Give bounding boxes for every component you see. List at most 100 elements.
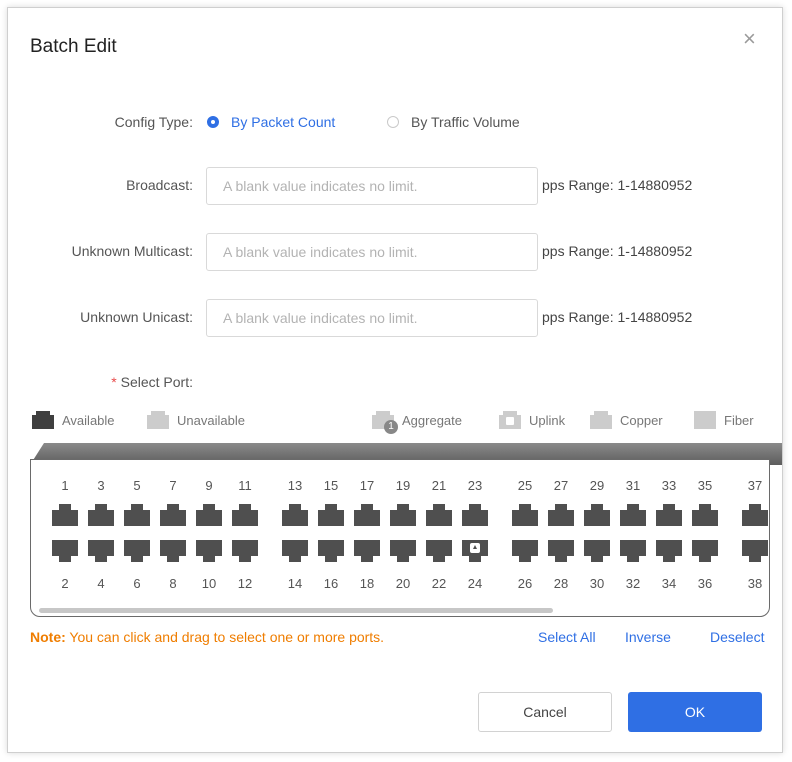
port-13[interactable] <box>282 504 308 526</box>
broadcast-input[interactable] <box>206 167 538 205</box>
unknown-unicast-label: Unknown Unicast: <box>80 309 193 325</box>
port-18[interactable] <box>354 540 380 562</box>
port-number-label: 20 <box>395 576 411 591</box>
port-number-label: 10 <box>201 576 217 591</box>
port-number-label: 22 <box>431 576 447 591</box>
legend-copper: Copper <box>590 411 663 429</box>
broadcast-range-hint: pps Range: 1-14880952 <box>542 177 693 193</box>
port-9[interactable] <box>196 504 222 526</box>
port-12[interactable] <box>232 540 258 562</box>
port-21[interactable] <box>426 504 452 526</box>
port-1[interactable] <box>52 504 78 526</box>
close-icon[interactable]: × <box>743 28 756 50</box>
port-25[interactable] <box>512 504 538 526</box>
port-number-label: 32 <box>625 576 641 591</box>
port-number-label: 4 <box>97 576 105 591</box>
batch-edit-dialog: Batch Edit × Config Type: By Packet Coun… <box>7 7 783 753</box>
port-37[interactable] <box>742 504 768 526</box>
port-11[interactable] <box>232 504 258 526</box>
port-22[interactable] <box>426 540 452 562</box>
port-34[interactable] <box>656 540 682 562</box>
unknown-multicast-range-hint: pps Range: 1-14880952 <box>542 243 693 259</box>
select-port-text: Select Port: <box>120 374 193 390</box>
port-6[interactable] <box>124 540 150 562</box>
port-16[interactable] <box>318 540 344 562</box>
port-35[interactable] <box>692 504 718 526</box>
ok-button[interactable]: OK <box>628 692 762 732</box>
port-number-label: 24 <box>467 576 483 591</box>
radio-by-traffic-volume[interactable]: By Traffic Volume <box>387 114 520 130</box>
port-33[interactable] <box>656 504 682 526</box>
port-number-label: 17 <box>359 478 375 493</box>
horizontal-scrollbar[interactable] <box>39 608 553 613</box>
radio-label: By Traffic Volume <box>411 114 520 130</box>
port-number-label: 29 <box>589 478 605 493</box>
port-17[interactable] <box>354 504 380 526</box>
port-7[interactable] <box>160 504 186 526</box>
port-4[interactable] <box>88 540 114 562</box>
unknown-unicast-input[interactable] <box>206 299 538 337</box>
cancel-button[interactable]: Cancel <box>478 692 612 732</box>
port-26[interactable] <box>512 540 538 562</box>
port-28[interactable] <box>548 540 574 562</box>
port-number-label: 18 <box>359 576 375 591</box>
broadcast-label: Broadcast: <box>126 177 193 193</box>
port-number-label: 26 <box>517 576 533 591</box>
port-10[interactable] <box>196 540 222 562</box>
legend-fiber: Fiber <box>694 411 754 429</box>
radio-selected-icon <box>207 116 219 128</box>
port-24[interactable] <box>462 540 488 562</box>
unknown-multicast-label: Unknown Multicast: <box>71 243 193 259</box>
unknown-multicast-input[interactable] <box>206 233 538 271</box>
port-copper-icon <box>590 411 612 429</box>
port-27[interactable] <box>548 504 574 526</box>
inverse-link[interactable]: Inverse <box>625 629 671 645</box>
port-32[interactable] <box>620 540 646 562</box>
port-number-label: 37 <box>747 478 763 493</box>
dialog-title: Batch Edit <box>30 36 117 57</box>
port-14[interactable] <box>282 540 308 562</box>
port-number-label: 15 <box>323 478 339 493</box>
port-aggregate-icon: 1 <box>372 411 398 434</box>
port-19[interactable] <box>390 504 416 526</box>
port-number-label: 11 <box>238 478 252 493</box>
port-5[interactable] <box>124 504 150 526</box>
select-all-link[interactable]: Select All <box>538 629 596 645</box>
port-2[interactable] <box>52 540 78 562</box>
port-number-label: 30 <box>589 576 605 591</box>
port-15[interactable] <box>318 504 344 526</box>
uplink-icon <box>470 543 480 553</box>
port-3[interactable] <box>88 504 114 526</box>
radio-label: By Packet Count <box>231 114 336 130</box>
port-8[interactable] <box>160 540 186 562</box>
port-number-label: 35 <box>697 478 713 493</box>
radio-unselected-icon <box>387 116 399 128</box>
port-36[interactable] <box>692 540 718 562</box>
port-number-label: 12 <box>237 576 253 591</box>
port-number-label: 27 <box>553 478 569 493</box>
port-number-label: 14 <box>287 576 303 591</box>
port-38[interactable] <box>742 540 768 562</box>
deselect-link[interactable]: Deselect <box>710 629 764 645</box>
port-31[interactable] <box>620 504 646 526</box>
unknown-unicast-range-hint: pps Range: 1-14880952 <box>542 309 693 325</box>
port-29[interactable] <box>584 504 610 526</box>
port-number-label: 38 <box>747 576 763 591</box>
port-panel[interactable]: 1 3 5 7 9 11 13 15 17 19 21 23 25 27 29 31 33 35 37 2 4 6 8 10 1… <box>30 459 770 617</box>
port-number-label: 8 <box>169 576 177 591</box>
port-number-label: 23 <box>467 478 483 493</box>
legend-unavailable: Unavailable <box>147 411 245 429</box>
port-20[interactable] <box>390 540 416 562</box>
legend-aggregate: 1 Aggregate <box>372 411 462 434</box>
port-number-label: 13 <box>287 478 303 493</box>
port-number-label: 6 <box>133 576 141 591</box>
radio-by-packet-count[interactable]: By Packet Count <box>207 114 335 130</box>
port-number-label: 21 <box>431 478 447 493</box>
port-number-label: 33 <box>661 478 677 493</box>
port-30[interactable] <box>584 540 610 562</box>
port-23[interactable] <box>462 504 488 526</box>
config-type-label: Config Type: <box>114 114 193 130</box>
port-number-label: 28 <box>553 576 569 591</box>
port-number-label: 7 <box>169 478 177 493</box>
port-number-label: 2 <box>61 576 69 591</box>
